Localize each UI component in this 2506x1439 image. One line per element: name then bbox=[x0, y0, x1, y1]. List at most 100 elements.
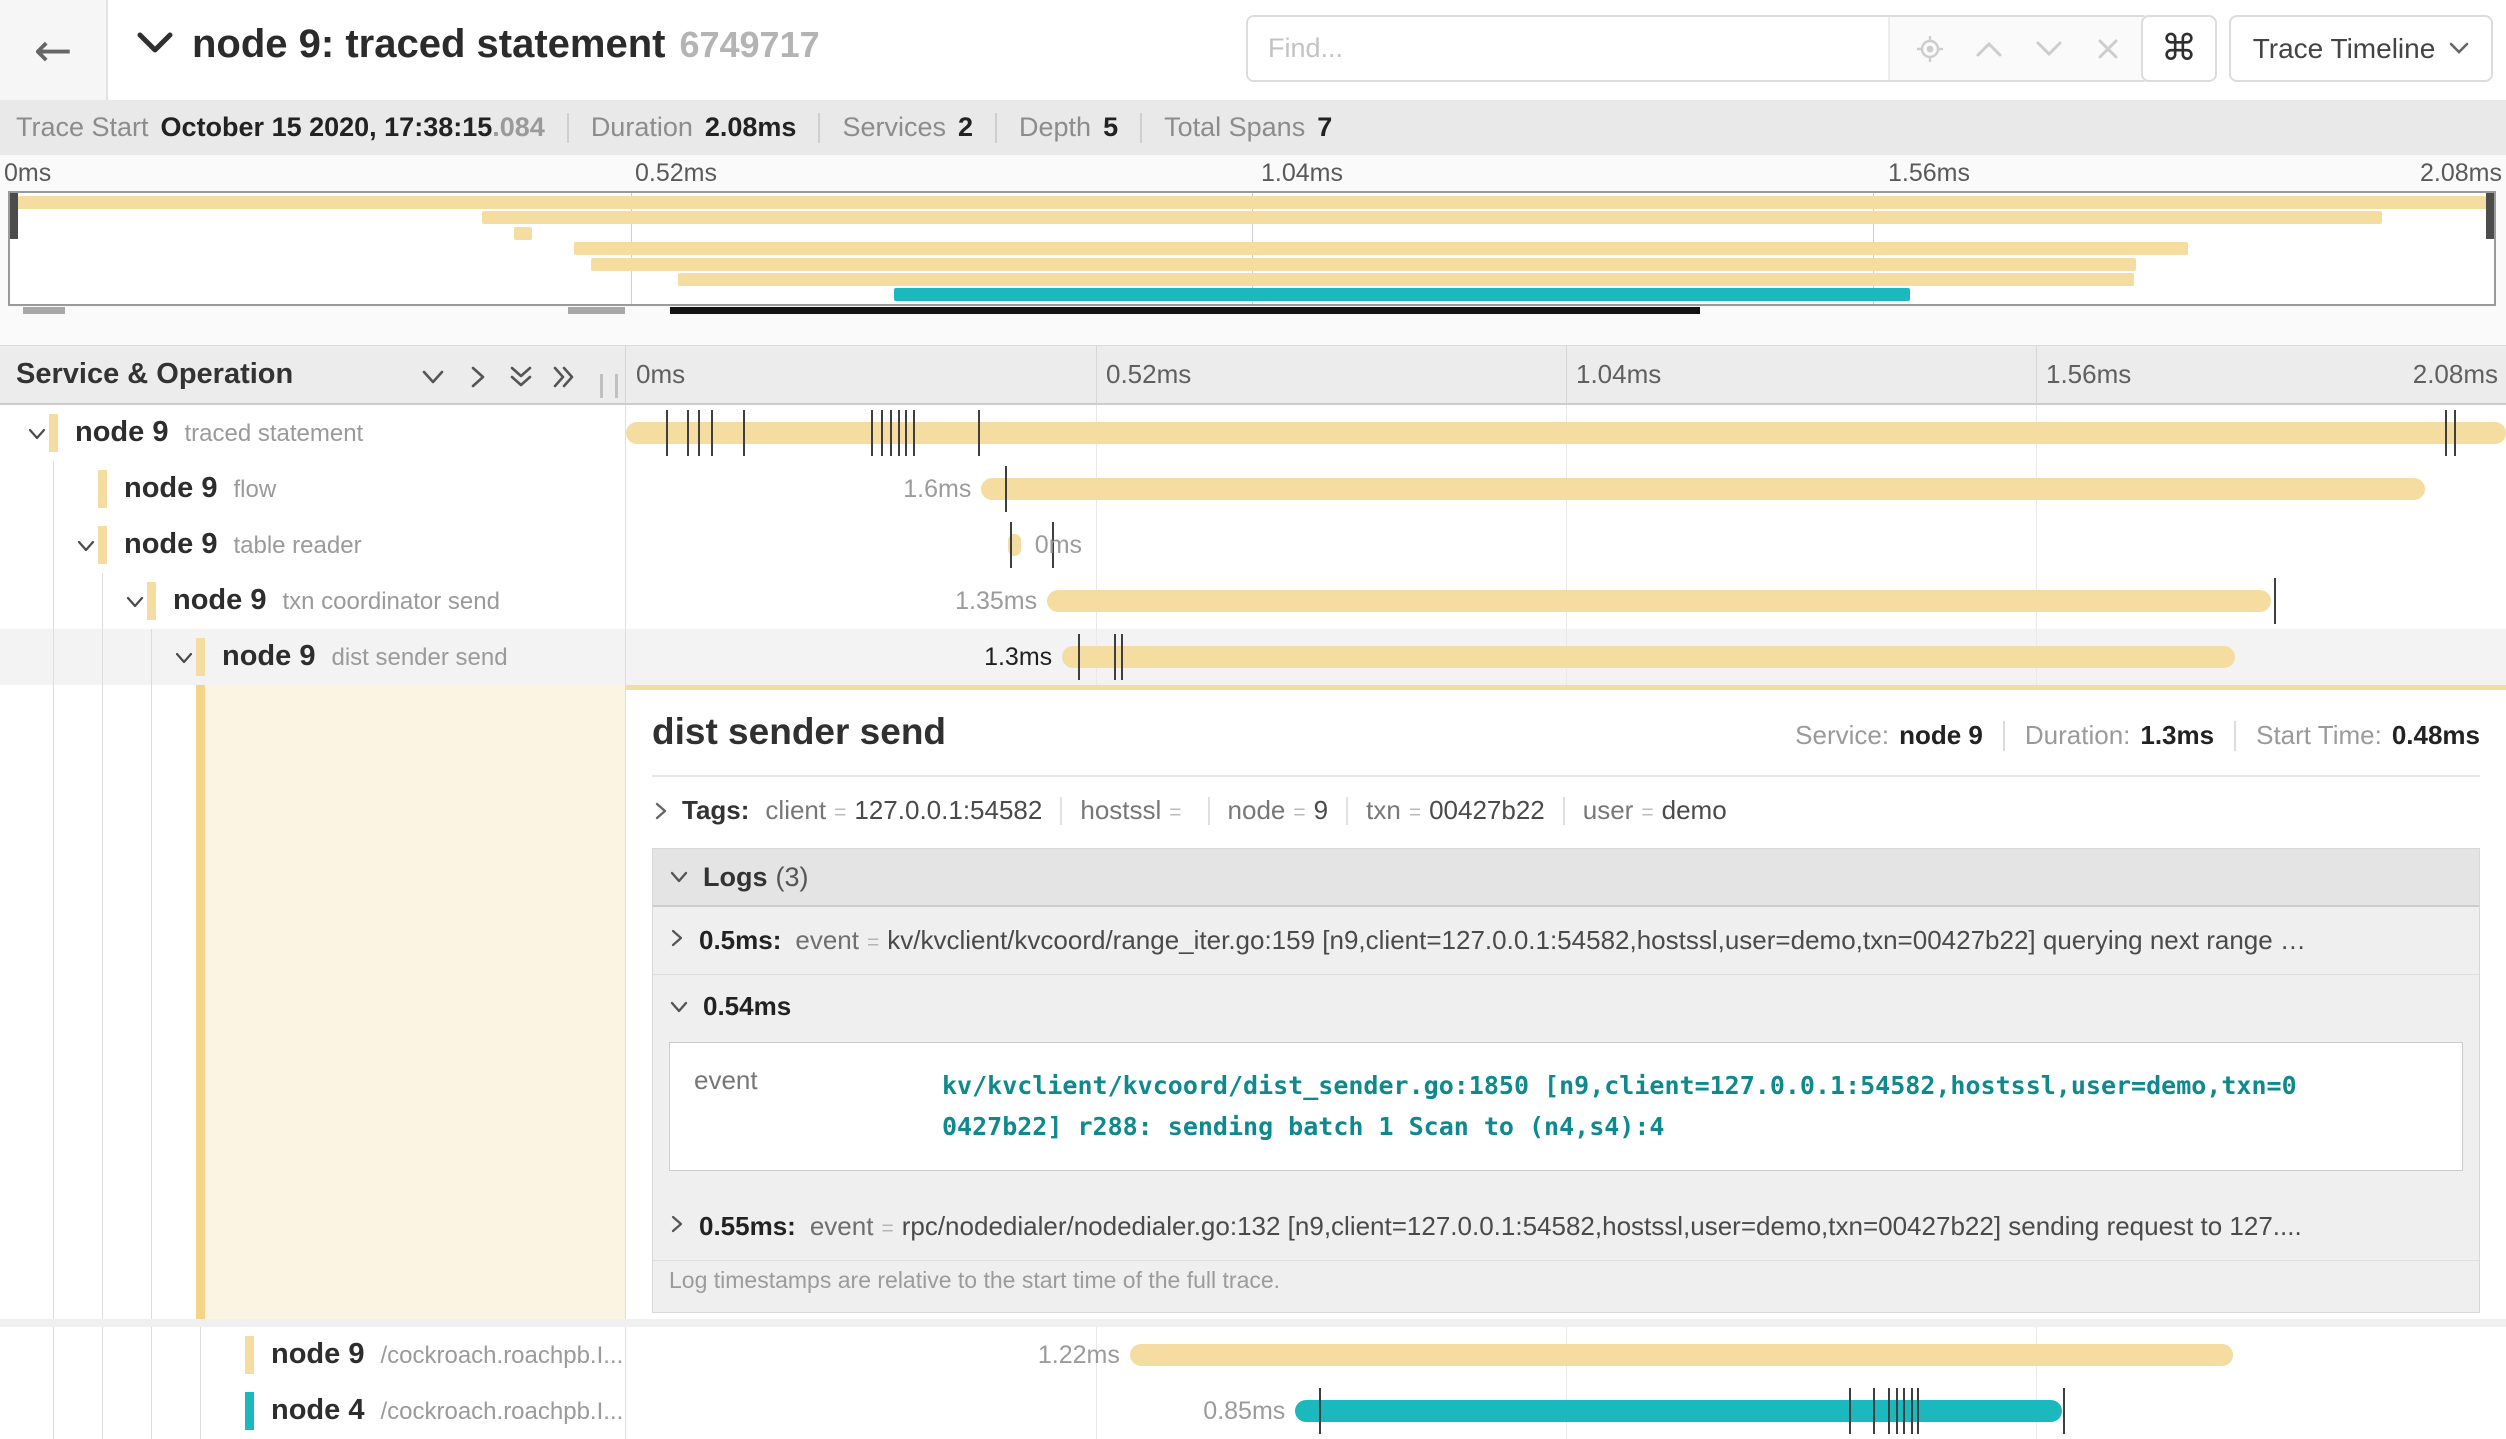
span-duration-bar[interactable] bbox=[1130, 1344, 2234, 1366]
expand-one-icon[interactable] bbox=[462, 362, 492, 392]
span-name-cell[interactable]: node 9traced statement bbox=[0, 405, 625, 461]
log-value: rpc/nodedialer/nodedialer.go:132 [n9,cli… bbox=[902, 1211, 2463, 1242]
tags-label: Tags: bbox=[682, 795, 749, 826]
span-duration-label: 1.35ms bbox=[955, 587, 1037, 616]
span-duration-bar[interactable] bbox=[1047, 590, 2271, 612]
panel-splitter[interactable] bbox=[600, 374, 618, 398]
span-timeline-cell[interactable]: 1.6ms bbox=[625, 461, 2506, 517]
meta-value: 0.48ms bbox=[2392, 720, 2480, 751]
service-name: node 9traced statement bbox=[75, 416, 363, 449]
span-duration-label: 1.22ms bbox=[1038, 1341, 1120, 1370]
find-group bbox=[1246, 15, 2150, 82]
page-title: node 9: traced statement6749717 bbox=[192, 22, 820, 67]
span-name-cell[interactable]: node 4/cockroach.roachpb.I... bbox=[0, 1383, 625, 1439]
find-input[interactable] bbox=[1248, 17, 1888, 80]
span-row[interactable]: node 4/cockroach.roachpb.I... 0.85ms bbox=[0, 1383, 2506, 1439]
span-duration-bar[interactable] bbox=[981, 478, 2425, 500]
log-tick-marker bbox=[743, 410, 745, 456]
log-tick-marker bbox=[698, 410, 700, 456]
span-timeline-cell[interactable] bbox=[625, 405, 2506, 461]
span-timeline-cell[interactable]: 1.3ms bbox=[625, 629, 2506, 685]
span-row[interactable]: node 9dist sender send1.3ms bbox=[0, 629, 2506, 685]
span-rows-bottom: node 9/cockroach.roachpb.I...1.22msnode … bbox=[0, 1327, 2506, 1439]
separator bbox=[1563, 797, 1565, 825]
span-row[interactable]: node 9flow1.6ms bbox=[0, 461, 2506, 517]
log-entry-expanded[interactable]: 0.54ms bbox=[653, 975, 2479, 1028]
log-tick-marker bbox=[881, 410, 883, 456]
find-previous-icon[interactable] bbox=[1974, 34, 2004, 64]
ruler-gridline bbox=[1096, 346, 1097, 403]
span-name-cell[interactable]: node 9txn coordinator send bbox=[0, 573, 625, 629]
service-color-bar bbox=[98, 470, 107, 508]
log-timestamp: 0.54ms bbox=[703, 991, 791, 1022]
find-next-icon[interactable] bbox=[2034, 34, 2064, 64]
collapse-children-icon[interactable] bbox=[26, 423, 48, 445]
equals-sign: = bbox=[867, 931, 879, 955]
minimap-viewport-mark[interactable] bbox=[23, 307, 65, 314]
separator bbox=[1060, 797, 1062, 825]
operation-name: table reader bbox=[233, 532, 361, 559]
tag-item: node=9 bbox=[1228, 795, 1329, 826]
minimap-scrubber-left[interactable] bbox=[10, 193, 18, 239]
tree-guide bbox=[200, 1327, 201, 1383]
title-collapse-icon[interactable] bbox=[136, 30, 174, 61]
minimap-viewport-mark[interactable] bbox=[568, 307, 625, 314]
collapse-all-icon[interactable] bbox=[506, 362, 536, 392]
find-suffix-toolbar bbox=[1888, 17, 2148, 80]
span-duration-bar[interactable] bbox=[1295, 1400, 2062, 1422]
expand-all-icon[interactable] bbox=[548, 362, 578, 392]
keyboard-shortcuts-button[interactable]: ⌘ bbox=[2141, 15, 2217, 82]
span-name-cell[interactable]: node 9table reader bbox=[0, 517, 625, 573]
equals-sign: = bbox=[1293, 801, 1305, 825]
span-row[interactable]: node 9/cockroach.roachpb.I... 1.22ms bbox=[0, 1327, 2506, 1383]
log-tick-marker bbox=[1873, 1388, 1875, 1434]
span-name-cell[interactable]: node 9dist sender send bbox=[0, 629, 625, 685]
span-duration-bar[interactable] bbox=[626, 422, 2506, 444]
tree-guide bbox=[102, 573, 103, 629]
summary-label: Total Spans bbox=[1164, 112, 1305, 143]
tree-guide bbox=[151, 629, 152, 685]
span-timeline-cell[interactable]: 0ms bbox=[625, 517, 2506, 573]
summary-value: 5 bbox=[1103, 112, 1118, 143]
log-entry[interactable]: 0.5ms: event = kv/kvclient/kvcoord/range… bbox=[653, 907, 2479, 975]
equals-sign: = bbox=[1641, 801, 1653, 825]
span-row[interactable]: node 9txn coordinator send 1.35ms bbox=[0, 573, 2506, 629]
log-tick-marker bbox=[2454, 410, 2456, 456]
minimap-span-bar bbox=[574, 242, 2189, 255]
ruler-tick-label: 0ms bbox=[636, 359, 685, 390]
log-tick-marker bbox=[1911, 1388, 1913, 1434]
span-name-cell[interactable]: node 9/cockroach.roachpb.I... bbox=[0, 1327, 625, 1383]
timeline-ruler: 0ms0.52ms1.04ms1.56ms2.08ms bbox=[625, 346, 2506, 403]
span-row[interactable]: node 9traced statement bbox=[0, 405, 2506, 461]
tag-item: txn=00427b22 bbox=[1366, 795, 1545, 826]
tags-row[interactable]: Tags: client=127.0.0.1:54582hostssl=node… bbox=[652, 795, 2480, 826]
span-timeline-cell[interactable]: 1.22ms bbox=[625, 1327, 2506, 1383]
collapse-one-icon[interactable] bbox=[418, 362, 448, 392]
minimap-viewport-mark[interactable] bbox=[670, 307, 1700, 314]
service-color-bar bbox=[245, 1392, 254, 1430]
logs-header[interactable]: Logs (3) bbox=[653, 849, 2479, 907]
locate-icon[interactable] bbox=[1915, 34, 1945, 64]
find-clear-icon[interactable] bbox=[2093, 34, 2123, 64]
log-entry[interactable]: 0.55ms: event = rpc/nodedialer/nodediale… bbox=[653, 1193, 2479, 1261]
minimap-scrubber-right[interactable] bbox=[2486, 193, 2494, 239]
meta-value: 1.3ms bbox=[2140, 720, 2214, 751]
span-duration-bar[interactable] bbox=[1062, 646, 2235, 668]
span-duration-label: 0.85ms bbox=[1203, 1397, 1285, 1426]
collapse-children-icon[interactable] bbox=[124, 591, 146, 613]
trace-view-select[interactable]: Trace Timeline bbox=[2229, 15, 2493, 82]
meta-label: Service: bbox=[1795, 720, 1889, 751]
minimap-canvas[interactable] bbox=[8, 191, 2496, 306]
ruler-gridline bbox=[1566, 346, 1567, 403]
collapse-children-icon[interactable] bbox=[173, 647, 195, 669]
back-button[interactable]: ← bbox=[0, 0, 108, 100]
span-name-cell[interactable]: node 9flow bbox=[0, 461, 625, 517]
timeline-gridline bbox=[1566, 517, 1567, 573]
span-row[interactable]: node 9table reader0ms bbox=[0, 517, 2506, 573]
tree-guide bbox=[151, 1327, 152, 1383]
span-timeline-cell[interactable]: 1.35ms bbox=[625, 573, 2506, 629]
span-timeline-cell[interactable]: 0.85ms bbox=[625, 1383, 2506, 1439]
span-detail-indent[interactable] bbox=[0, 685, 625, 1327]
collapse-children-icon[interactable] bbox=[75, 535, 97, 557]
summary-value: 7 bbox=[1317, 112, 1332, 143]
